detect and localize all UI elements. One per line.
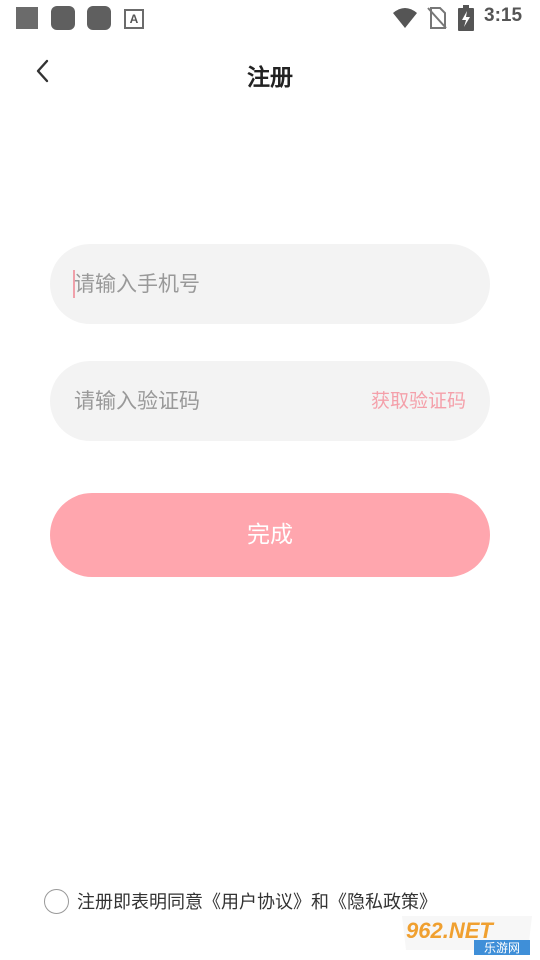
font-a-icon: A bbox=[124, 9, 144, 29]
svg-text:A: A bbox=[130, 12, 139, 26]
agreement-prefix: 注册即表明同意 bbox=[77, 892, 203, 913]
get-code-button[interactable]: 获取验证码 bbox=[371, 361, 466, 441]
agreement-radio[interactable] bbox=[44, 888, 69, 914]
submit-button[interactable]: 完成 bbox=[50, 493, 490, 577]
page-title: 注册 bbox=[247, 65, 293, 91]
wifi-icon bbox=[392, 7, 418, 29]
verification-code-input[interactable] bbox=[74, 361, 354, 441]
watermark-logo: 962.NET 乐游网 bbox=[400, 914, 536, 956]
privacy-policy-link[interactable]: 《隐私政策》 bbox=[329, 888, 437, 914]
square-icon bbox=[16, 7, 38, 29]
app-icon bbox=[87, 6, 111, 30]
agreement-conjunction: 和 bbox=[311, 892, 329, 913]
user-agreement-link[interactable]: 《用户协议》 bbox=[203, 888, 311, 914]
status-time: 3:15 bbox=[484, 5, 523, 26]
app-icon bbox=[51, 6, 75, 30]
phone-input[interactable] bbox=[74, 244, 354, 324]
agreement-row: 注册即表明同意 《用户协议》 和 《隐私政策》 bbox=[44, 886, 437, 916]
no-sim-icon bbox=[426, 6, 448, 30]
watermark-subtitle: 乐游网 bbox=[484, 941, 520, 955]
code-field-container: 获取验证码 bbox=[50, 361, 490, 441]
status-bar: A 3:15 bbox=[0, 0, 540, 36]
phone-field-container bbox=[50, 244, 490, 324]
battery-charging-icon bbox=[458, 5, 474, 31]
watermark-brand: 962.NET bbox=[406, 918, 494, 943]
